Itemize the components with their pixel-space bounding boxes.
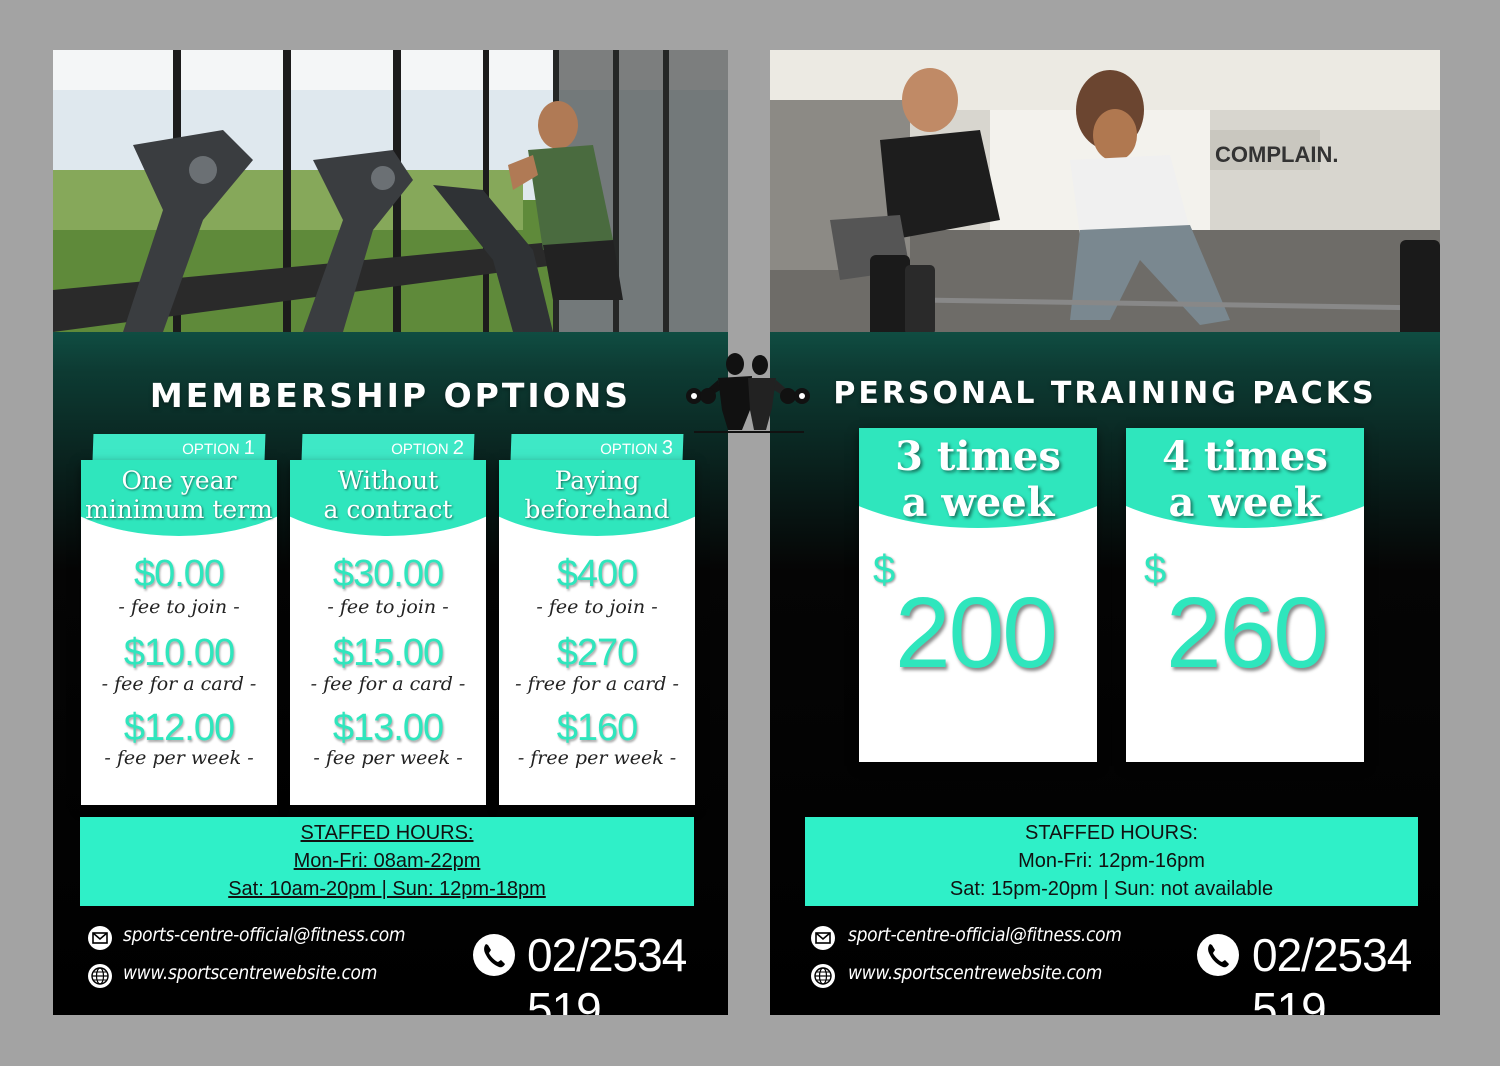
personal-training-flyer: COMPLAIN. PERSONAL TRAINING PACKS 3 time…	[770, 50, 1440, 1015]
training-pack-2: 4 times a week $ 260	[1126, 428, 1364, 762]
weekly-fee-price: $12.00	[123, 707, 235, 749]
hours-title: STAFFED HOURS:	[1025, 822, 1198, 844]
fitness-couple-logo-icon	[680, 350, 815, 434]
pack-title: 4 times a week	[1126, 434, 1364, 526]
join-fee-label: - fee to join -	[536, 596, 658, 618]
membership-card-3: Paying beforehand $400 - fee to join - $2…	[499, 460, 695, 805]
website-link[interactable]: www.sportscentrewebsite.com	[848, 962, 1102, 984]
weekly-fee-label: - fee per week -	[313, 747, 463, 769]
email-link[interactable]: sport-centre-official@fitness.com	[848, 924, 1122, 946]
card-title: Without a contract	[290, 466, 486, 524]
phone-number[interactable]: 02/2534 519	[527, 928, 728, 1015]
card-title-line: Without	[337, 466, 439, 495]
option-tab-2: OPTION 2	[301, 434, 475, 460]
envelope-icon	[811, 926, 835, 950]
treadmill-photo	[53, 50, 728, 332]
card-title-line: a contract	[323, 495, 453, 524]
pack-title-line: 4 times	[1162, 433, 1328, 480]
pack-title-line: 3 times	[895, 433, 1061, 480]
membership-flyer: MEMBERSHIP OPTIONS OPTION 1 OPTION 2 OPT…	[53, 50, 728, 1015]
join-fee-price: $400	[556, 553, 639, 595]
website-link[interactable]: www.sportscentrewebsite.com	[123, 962, 377, 984]
option-tab-label: OPTION	[599, 441, 658, 458]
join-fee-label: - fee to join -	[118, 596, 240, 618]
hours-weekend: Sat: 15pm-20pm | Sun: not available	[949, 878, 1274, 900]
option-tab-label: OPTION	[181, 441, 240, 458]
deadlift-photo: COMPLAIN.	[770, 50, 1440, 332]
card-title: Paying beforehand	[499, 466, 695, 524]
membership-card-2: Without a contract $30.00 - fee to join -…	[290, 460, 486, 805]
hours-weekday: Mon-Fri: 12pm-16pm	[1018, 850, 1205, 872]
pack-title-line: a week	[901, 479, 1055, 526]
phone-icon	[1197, 934, 1239, 976]
card-title-line: One year	[121, 466, 237, 495]
membership-card-1: One year minimum term $0.00 - fee to join…	[81, 460, 277, 805]
phone-number[interactable]: 02/2534 519	[1252, 928, 1440, 1015]
pack-title-line: a week	[1168, 479, 1322, 526]
pack-title: 3 times a week	[859, 434, 1097, 526]
option-tab-3: OPTION 3	[510, 434, 684, 460]
email-link[interactable]: sports-centre-official@fitness.com	[123, 924, 406, 946]
weekly-fee-price: $13.00	[332, 707, 444, 749]
phone-icon	[473, 934, 515, 976]
pack-price: 200	[895, 577, 1058, 689]
staffed-hours-box: STAFFED HOURS: Mon-Fri: 12pm-16pm Sat: 1…	[805, 817, 1418, 906]
card-fee-label: - fee for a card -	[101, 673, 257, 695]
card-title-line: minimum term	[85, 495, 273, 524]
card-fee-price: $270	[556, 632, 639, 674]
page-title: PERSONAL TRAINING PACKS	[833, 376, 1377, 411]
training-pack-1: 3 times a week $ 200	[859, 428, 1097, 762]
pack-price: 260	[1166, 577, 1329, 689]
card-fee-price: $10.00	[123, 632, 235, 674]
hours-title: STAFFED HOURS:	[300, 822, 474, 844]
globe-icon	[811, 964, 835, 988]
option-tab-label: OPTION	[390, 441, 449, 458]
currency-symbol: $	[1144, 548, 1167, 592]
option-tab-number: 3	[661, 437, 674, 459]
card-fee-label: - fee for a card -	[310, 673, 466, 695]
hours-weekend: Sat: 10am-20pm | Sun: 12pm-18pm	[228, 878, 546, 900]
page-title: MEMBERSHIP OPTIONS	[149, 376, 632, 415]
option-tab-number: 2	[452, 437, 465, 459]
join-fee-price: $30.00	[332, 553, 444, 595]
card-title-line: beforehand	[524, 495, 670, 524]
envelope-icon	[88, 926, 112, 950]
card-title: One year minimum term	[81, 466, 277, 524]
hours-weekday: Mon-Fri: 08am-22pm	[293, 850, 481, 872]
card-fee-label: - free for a card -	[515, 673, 679, 695]
card-title-line: Paying	[554, 466, 640, 495]
weekly-fee-price: $160	[556, 707, 639, 749]
card-fee-price: $15.00	[332, 632, 444, 674]
currency-symbol: $	[873, 548, 896, 592]
weekly-fee-label: - free per week -	[517, 747, 677, 769]
option-tab-number: 1	[243, 437, 256, 459]
svg-text:COMPLAIN.: COMPLAIN.	[1215, 142, 1338, 167]
join-fee-price: $0.00	[133, 553, 225, 595]
staffed-hours-box: STAFFED HOURS: Mon-Fri: 08am-22pm Sat: 1…	[80, 817, 694, 906]
weekly-fee-label: - fee per week -	[104, 747, 254, 769]
globe-icon	[88, 964, 112, 988]
join-fee-label: - fee to join -	[327, 596, 449, 618]
option-tab-1: OPTION 1	[92, 434, 266, 460]
